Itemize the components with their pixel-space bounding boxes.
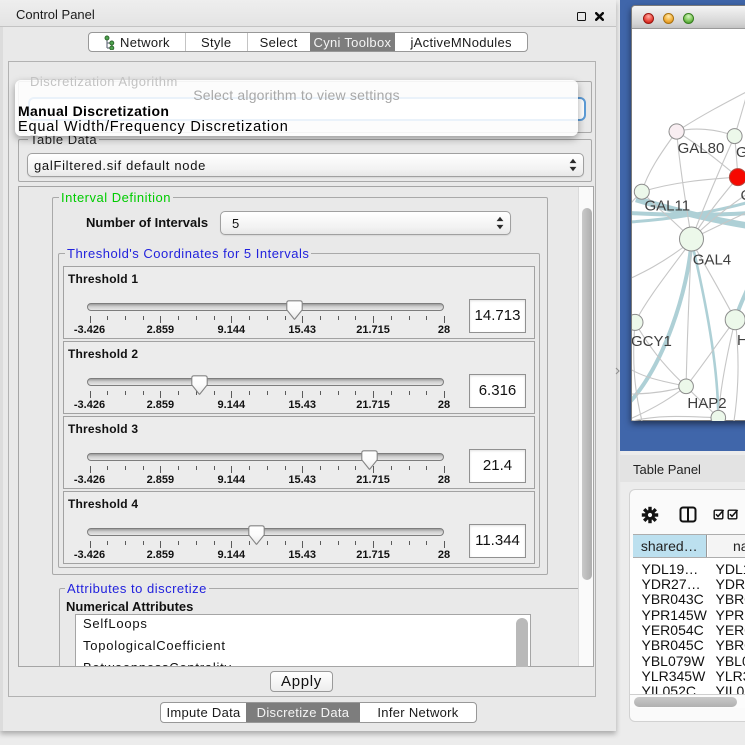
svg-text:GAL11: GAL11 <box>645 198 691 215</box>
svg-text:GCY1: GCY1 <box>632 333 672 350</box>
svg-text:C: C <box>741 187 745 204</box>
svg-text:GAL80: GAL80 <box>678 140 725 157</box>
svg-text:HAP2: HAP2 <box>687 395 726 412</box>
svg-text:GA: GA <box>736 144 745 161</box>
svg-text:GAL4: GAL4 <box>693 252 731 269</box>
svg-text:H: H <box>737 332 745 349</box>
